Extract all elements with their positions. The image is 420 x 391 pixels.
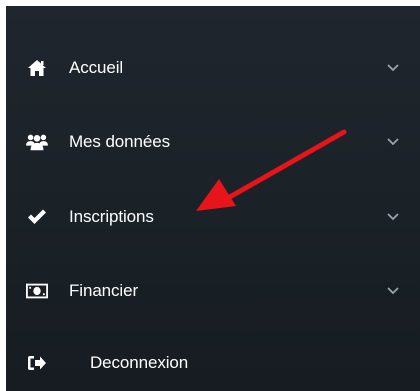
chevron-down-icon	[386, 284, 400, 298]
sidebar-item-label: Accueil	[69, 58, 124, 77]
sidebar-menu: Accueil Mes données Inscriptions Financi…	[6, 6, 420, 391]
chevron-down-icon	[386, 135, 400, 149]
sidebar-item-financier[interactable]: Financier	[6, 267, 420, 315]
users-icon	[26, 131, 48, 153]
sidebar-item-deconnexion[interactable]: Deconnexion	[6, 339, 420, 387]
checkmark-icon	[26, 206, 48, 228]
chevron-down-icon	[386, 61, 400, 75]
sidebar-item-label: Inscriptions	[69, 207, 154, 226]
sign-out-icon	[26, 352, 48, 374]
home-icon	[26, 57, 48, 79]
sidebar-item-inscriptions[interactable]: Inscriptions	[6, 193, 420, 241]
sidebar-item-label: Mes données	[69, 132, 170, 151]
sidebar-item-mes-donnees[interactable]: Mes données	[6, 118, 420, 166]
sidebar-item-accueil[interactable]: Accueil	[6, 44, 420, 92]
sidebar-item-label: Deconnexion	[90, 353, 189, 372]
money-icon	[26, 280, 48, 302]
chevron-down-icon	[386, 210, 400, 224]
sidebar-item-label: Financier	[69, 281, 139, 300]
